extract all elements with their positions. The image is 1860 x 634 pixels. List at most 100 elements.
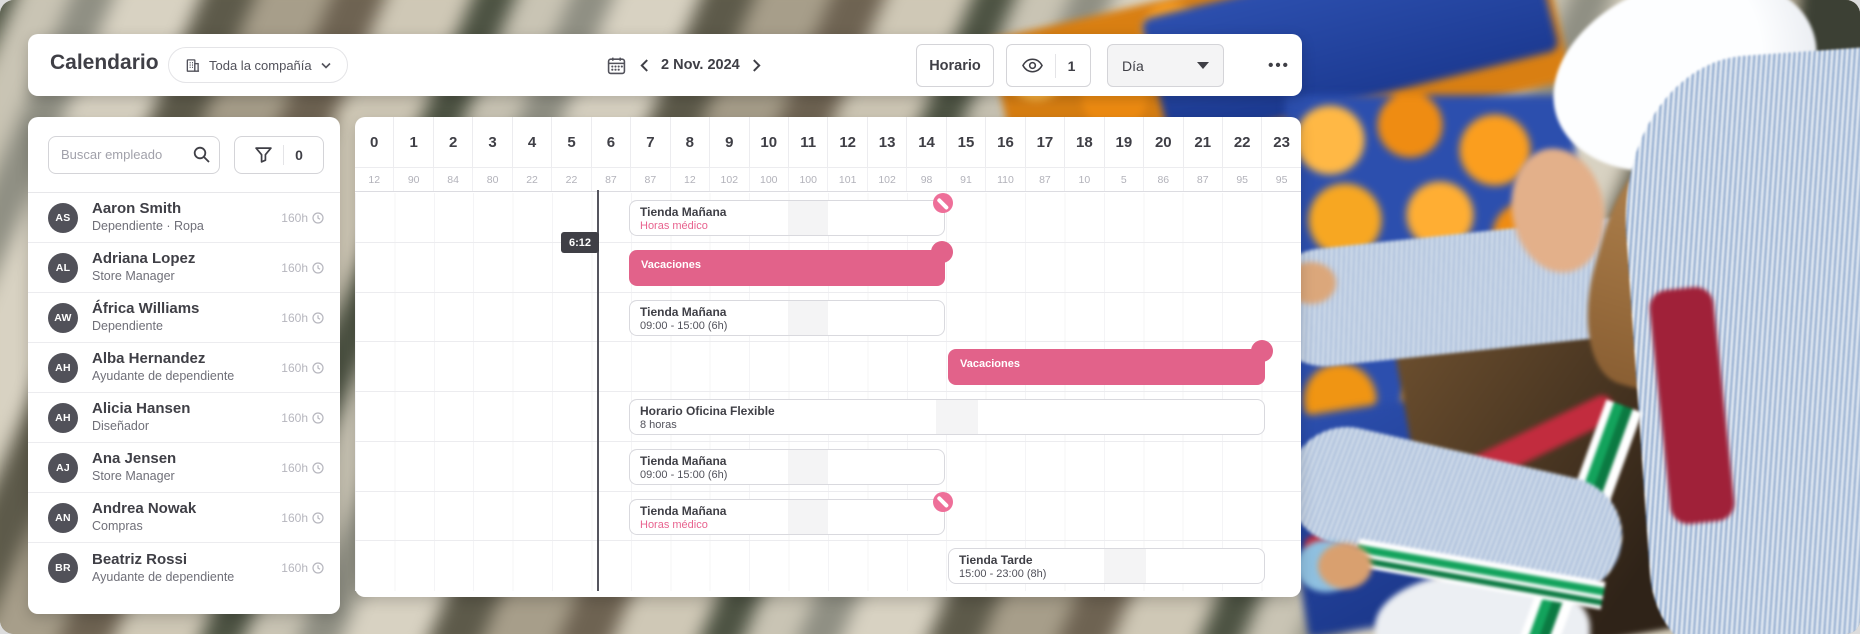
view-mode-select[interactable]: Día [1107,44,1224,87]
hours-value: 160h [281,211,308,225]
hour-column-header[interactable]: 0 [355,117,394,167]
schedule-button[interactable]: Horario [916,44,994,87]
more-options-button[interactable]: ••• [1256,44,1302,87]
vacation-label: Vacaciones [641,259,701,271]
hour-column-header[interactable]: 12 [828,117,867,167]
hour-column-header[interactable]: 5 [552,117,591,167]
employee-row-beatriz-rossi[interactable]: BR Beatriz Rossi Ayudante de dependiente… [28,543,340,593]
employee-meta: África Williams Dependiente [92,300,281,334]
employee-role: Store Manager [92,469,281,485]
hour-column-header[interactable]: 7 [631,117,670,167]
screenshot-root: Calendario Toda la compañía [0,0,1860,634]
shift-subtitle: 09:00 - 15:00 (6h) [640,320,934,334]
employee-row-ana-jensen[interactable]: AJ Ana Jensen Store Manager 160h [28,443,340,493]
schedule-grid-panel: 0 1 2 3 4 5 6 7 8 9 10 11 12 13 14 15 16… [355,117,1301,597]
employee-row-alicia-hansen[interactable]: AH Alicia Hansen Diseñador 160h [28,393,340,443]
shift-card[interactable]: Tienda Mañana Horas médico [629,200,945,236]
shift-card[interactable]: Tienda Mañana Horas médico [629,499,945,535]
hour-header-row: 0 1 2 3 4 5 6 7 8 9 10 11 12 13 14 15 16… [355,117,1301,167]
hour-column-header[interactable]: 16 [986,117,1025,167]
hour-column-header[interactable]: 3 [473,117,512,167]
hour-load-count: 12 [671,168,710,191]
hour-column-header[interactable]: 18 [1065,117,1104,167]
absence-badge-icon [933,492,953,512]
employee-hours: 160h [281,561,324,575]
employee-row-adriana-lopez[interactable]: AL Adriana Lopez Store Manager 160h [28,243,340,293]
vacation-block[interactable]: Vacaciones [948,349,1265,385]
hour-column-header[interactable]: 8 [671,117,710,167]
shift-title: Tienda Mañana [640,205,934,220]
hour-column-header[interactable]: 17 [1026,117,1065,167]
hour-column-header[interactable]: 19 [1105,117,1144,167]
hours-value: 160h [281,261,308,275]
employee-meta: Alba Hernandez Ayudante de dependiente [92,350,281,384]
hour-column-header[interactable]: 2 [434,117,473,167]
current-date: 2 Nov. 2024 [661,57,740,73]
shift-card[interactable]: Horario Oficina Flexible 8 horas [629,399,1265,435]
hour-column-header[interactable]: 20 [1144,117,1183,167]
shift-card[interactable]: Tienda Mañana 09:00 - 15:00 (6h) [629,449,945,485]
hour-load-count: 5 [1105,168,1144,191]
avatar: AH [48,403,78,433]
hours-value: 160h [281,561,308,575]
hour-column-header[interactable]: 11 [789,117,828,167]
clock-icon [312,212,324,224]
employee-name: Adriana Lopez [92,250,281,269]
hour-column-header[interactable]: 15 [947,117,986,167]
page-title: Calendario [50,51,159,75]
hour-column-header[interactable]: 4 [513,117,552,167]
visibility-button[interactable]: 1 [1006,44,1091,87]
view-mode-value: Día [1122,58,1144,74]
schedule-grid-body: Tienda Mañana Horas médico Vacaciones Ti… [355,193,1301,591]
calendar-icon[interactable] [605,54,628,77]
visibility-count: 1 [1068,58,1076,74]
prev-day-button[interactable] [638,57,651,74]
employee-role: Dependiente · Ropa [92,219,281,235]
absence-badge-icon [933,193,953,213]
hour-column-header[interactable]: 10 [750,117,789,167]
shift-card[interactable]: Tienda Tarde 15:00 - 23:00 (8h) [948,548,1265,584]
hour-load-count: 80 [473,168,512,191]
employee-row-africa-williams[interactable]: AW África Williams Dependiente 160h [28,293,340,343]
hour-load-count: 95 [1262,168,1300,191]
avatar: BR [48,553,78,583]
hour-column-header[interactable]: 13 [868,117,907,167]
next-day-button[interactable] [750,57,763,74]
employee-hours: 160h [281,411,324,425]
filter-button[interactable]: 0 [234,136,324,174]
hour-column-header[interactable]: 6 [592,117,631,167]
shift-subtitle: Horas médico [640,220,934,234]
schedule-row-africa-williams: Tienda Mañana 09:00 - 15:00 (6h) [355,293,1301,343]
employee-hours: 160h [281,211,324,225]
employee-row-alba-hernandez[interactable]: AH Alba Hernandez Ayudante de dependient… [28,343,340,393]
hour-load-count: 98 [907,168,946,191]
company-selector[interactable]: Toda la compañía [168,47,348,83]
hour-column-header[interactable]: 1 [394,117,433,167]
hours-value: 160h [281,511,308,525]
shift-card[interactable]: Tienda Mañana 09:00 - 15:00 (6h) [629,300,945,336]
hour-load-count: 87 [592,168,631,191]
avatar: AH [48,353,78,383]
employee-row-aaron-smith[interactable]: AS Aaron Smith Dependiente · Ropa 160h [28,193,340,243]
employee-row-andrea-nowak[interactable]: AN Andrea Nowak Compras 160h [28,493,340,543]
employee-name: África Williams [92,300,281,319]
clock-icon [312,262,324,274]
employee-meta: Adriana Lopez Store Manager [92,250,281,284]
current-time-badge: 6:12 [561,232,599,253]
shift-subtitle: 09:00 - 15:00 (6h) [640,469,934,483]
schedule-row-adriana-lopez: Vacaciones [355,243,1301,293]
employee-name: Alba Hernandez [92,350,281,369]
hour-column-header[interactable]: 14 [907,117,946,167]
filter-count: 0 [295,147,303,163]
company-selector-label: Toda la compañía [209,58,312,73]
schedule-row-ana-jensen: Tienda Mañana 09:00 - 15:00 (6h) [355,442,1301,492]
hour-column-header[interactable]: 9 [710,117,749,167]
employee-hours: 160h [281,311,324,325]
top-header-bar: Calendario Toda la compañía [28,34,1302,96]
hour-column-header[interactable]: 22 [1223,117,1262,167]
sidebar-toolbar: 0 [28,117,340,192]
vacation-block[interactable]: Vacaciones [629,250,945,286]
hour-column-header[interactable]: 23 [1262,117,1300,167]
hour-column-header[interactable]: 21 [1184,117,1223,167]
vacation-label: Vacaciones [960,358,1020,370]
